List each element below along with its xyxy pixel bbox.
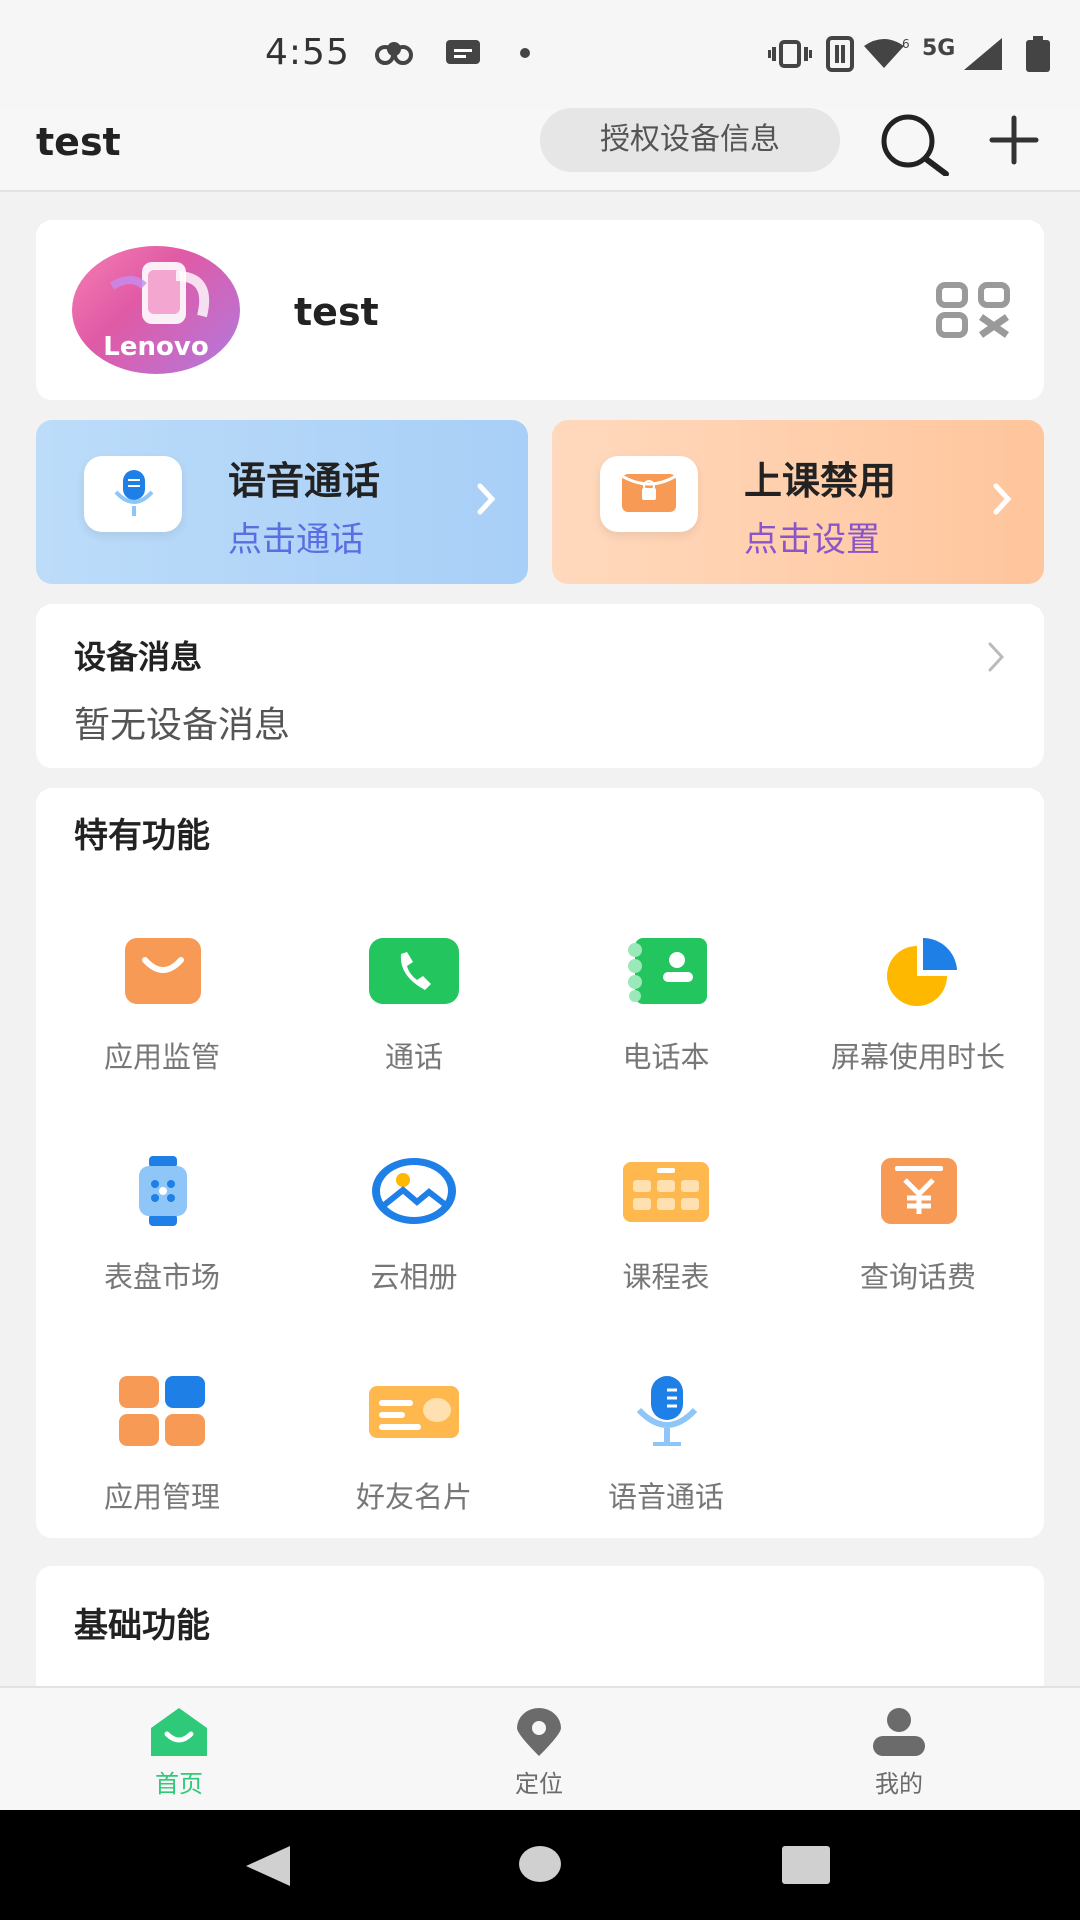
status-time: 4:55: [265, 32, 350, 73]
tab-home[interactable]: 首页: [79, 1688, 279, 1812]
feature-check-balance[interactable]: 查询话费: [792, 1156, 1044, 1326]
feature-cloud-album[interactable]: 云相册: [288, 1156, 540, 1326]
chevron-right-icon: [988, 642, 1005, 672]
device-messages-card[interactable]: 设备消息 暂无设备消息: [36, 604, 1044, 768]
section-title: 基础功能: [74, 1606, 210, 1646]
avatar-brand: Lenovo: [103, 332, 209, 362]
dot-icon: [520, 48, 530, 58]
app-grid-icon: [119, 1376, 205, 1446]
home-button-icon[interactable]: [518, 1844, 562, 1884]
avatar: Lenovo: [72, 246, 240, 374]
qr-code-icon[interactable]: [936, 282, 1010, 338]
schedule-icon: [623, 1162, 709, 1222]
photo-icon: [372, 1158, 456, 1224]
cloud-icon: [375, 42, 413, 65]
add-icon[interactable]: [986, 112, 1042, 168]
bottom-tab-bar: 首页 定位 我的: [0, 1686, 1080, 1812]
status-bar: 4:55 6 5G: [0, 0, 1080, 108]
feature-screen-time[interactable]: 屏幕使用时长: [792, 936, 1044, 1106]
top-bar: test 授权设备信息: [0, 108, 1080, 192]
chevron-right-icon: [993, 483, 1012, 515]
pie-chart-icon: [887, 937, 957, 1006]
class-mode-title: 上课禁用: [744, 459, 897, 503]
voice-call-title: 语音通话: [228, 459, 381, 503]
feature-friend-card[interactable]: 好友名片: [288, 1376, 540, 1546]
microphone-icon: [636, 1376, 698, 1446]
id-card-icon: [369, 1386, 459, 1438]
recents-icon[interactable]: [782, 1846, 830, 1884]
shopping-bag-icon: [125, 938, 201, 1004]
schoolbag-icon: [600, 456, 698, 532]
class-mode-card[interactable]: 上课禁用 点击设置: [552, 420, 1044, 584]
device-messages-title: 设备消息: [74, 638, 203, 676]
feature-voice-call[interactable]: 语音通话: [540, 1376, 792, 1546]
phone-icon: [369, 938, 459, 1004]
location-pin-icon: [517, 1708, 561, 1756]
feature-app-management[interactable]: 应用管理: [36, 1376, 288, 1546]
feature-app-supervision[interactable]: 应用监管: [36, 936, 288, 1106]
microphone-icon: [84, 456, 182, 532]
feature-phonebook[interactable]: 电话本: [540, 936, 792, 1106]
signal-icon: [964, 38, 1002, 70]
back-icon[interactable]: [246, 1846, 290, 1886]
device-messages-empty: 暂无设备消息: [74, 705, 291, 746]
feature-schedule[interactable]: 课程表: [540, 1156, 792, 1326]
class-mode-subtitle: 点击设置: [744, 520, 880, 560]
voice-call-subtitle: 点击通话: [228, 520, 364, 560]
tab-profile[interactable]: 我的: [799, 1688, 999, 1812]
basic-features-section: 基础功能: [36, 1566, 1044, 1686]
user-icon: [873, 1708, 925, 1756]
system-navigation-bar: [0, 1810, 1080, 1920]
voice-call-card[interactable]: 语音通话 点击通话: [36, 420, 528, 584]
search-icon[interactable]: [874, 112, 950, 176]
vibrate-icon: [768, 40, 812, 68]
home-icon: [151, 1708, 207, 1756]
svg-text:6: 6: [902, 37, 910, 51]
battery-icon: [1026, 36, 1050, 72]
feature-call[interactable]: 通话: [288, 936, 540, 1106]
hd-icon: [826, 36, 854, 72]
device-name: test: [294, 290, 379, 334]
page-title: test: [36, 120, 121, 164]
contacts-book-icon: [628, 938, 707, 1004]
authorize-device-info-button[interactable]: 授权设备信息: [540, 108, 840, 172]
special-features-section: 特有功能 应用监管 通话 电话本 屏幕使用时长 表盘市场 云相册 课程表 查询话…: [36, 788, 1044, 1538]
watch-icon: [139, 1156, 187, 1226]
feature-watch-face-market[interactable]: 表盘市场: [36, 1156, 288, 1326]
wifi-icon: 6: [864, 37, 910, 68]
tab-location[interactable]: 定位: [439, 1688, 639, 1812]
device-profile-card[interactable]: Lenovo test: [36, 220, 1044, 400]
message-icon: [446, 40, 480, 64]
section-title: 特有功能: [74, 816, 210, 856]
network-label: 5G: [922, 36, 956, 61]
yuan-icon: [881, 1158, 957, 1224]
chevron-right-icon: [477, 483, 496, 515]
